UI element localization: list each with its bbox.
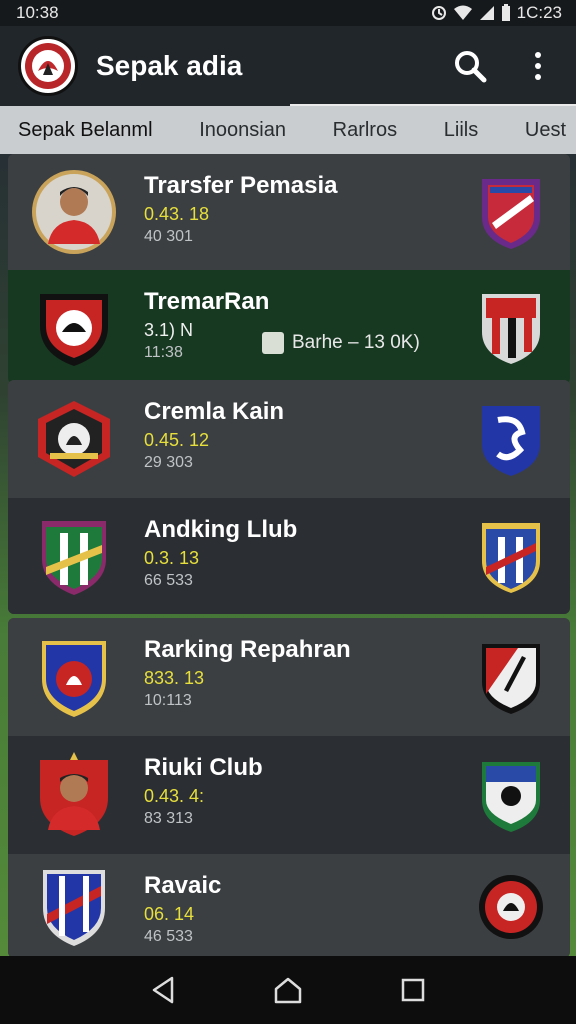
list-item-value: 06. 14 — [144, 904, 195, 924]
list-area: Trarsfer Pemasia 0.43. 18 40 301 TremarR… — [0, 154, 576, 956]
list-item-title: Cremla Kain — [144, 398, 285, 425]
status-badge: Barhe – 13 0K) — [262, 332, 420, 354]
list-item-title: Riuki Club — [144, 754, 263, 781]
list-item-title: Ravaic — [144, 872, 222, 899]
tab-sepak-belanml[interactable]: Sepak Belanml — [18, 119, 153, 142]
list-item-text: Riuki Club 0.43. 4: 83 313 — [144, 736, 476, 854]
status-time: 10:38 — [16, 3, 59, 22]
blue-diagonal-shield-icon — [30, 862, 118, 950]
blue-shield-crest-icon — [476, 397, 546, 481]
list-group: Cremla Kain 0.45. 12 29 303 Andking Llub… — [8, 380, 570, 614]
sync-icon — [431, 5, 447, 21]
home-icon[interactable] — [266, 968, 310, 1012]
list-item-text: Rarking Repahran 833. 13 10:113 — [144, 618, 476, 736]
green-striped-shield-icon — [30, 512, 118, 600]
battery-icon — [501, 4, 511, 22]
list-group: Trarsfer Pemasia 0.43. 18 40 301 TremarR… — [8, 154, 570, 384]
status-icons: 1C:23 — [431, 3, 562, 23]
striped-shield-crest-icon — [476, 170, 546, 254]
list-item[interactable]: Andking Llub 0.3. 13 66 533 — [8, 498, 570, 614]
tab-rarlros[interactable]: Rarlros — [333, 119, 397, 142]
list-item[interactable]: Ravaic 06. 14 46 533 — [8, 854, 570, 956]
badge-square-icon — [262, 332, 284, 354]
tab-uest[interactable]: Uest — [525, 119, 566, 142]
search-icon[interactable] — [450, 46, 490, 86]
app-logo-icon — [18, 36, 78, 96]
list-item-subvalue: 40 301 — [144, 228, 193, 245]
tab-bar: Sepak Belanml Inoonsian Rarlros Liils Ue… — [0, 106, 576, 154]
list-item-subvalue: 29 303 — [144, 454, 193, 471]
app-title: Sepak adia — [96, 50, 243, 81]
list-item-value: 0.43. 4: — [144, 786, 205, 806]
list-item-subvalue: 83 313 — [144, 810, 193, 827]
list-item-subvalue: 46 533 — [144, 928, 193, 945]
list-item[interactable]: Trarsfer Pemasia 0.43. 18 40 301 — [8, 154, 570, 270]
green-white-shield-icon — [476, 753, 546, 837]
list-item-text: Andking Llub 0.3. 13 66 533 — [144, 498, 476, 614]
list-item-title: Andking Llub — [144, 516, 298, 543]
tab-inoonsian[interactable]: Inoonsian — [199, 119, 286, 142]
list-item-value: 0.43. 18 — [144, 204, 210, 224]
list-item-subvalue: 11:38 — [144, 344, 183, 361]
recents-icon[interactable] — [391, 968, 435, 1012]
list-item-text: Cremla Kain 0.45. 12 29 303 — [144, 380, 476, 498]
wifi-icon — [453, 5, 473, 21]
status-right-text: 1C:23 — [516, 3, 562, 22]
tab-liils[interactable]: Liils — [444, 119, 478, 142]
red-black-shield-icon — [476, 635, 546, 719]
list-item-subvalue: 10:113 — [144, 692, 192, 709]
list-item-value: 833. 13 — [144, 668, 205, 688]
red-hexagon-crest-icon — [30, 395, 118, 483]
status-bar: 10:38 1C:23 — [0, 0, 576, 26]
list-item-text: TremarRan 3.1) N 11:38 Barhe – 13 0K) — [144, 270, 476, 384]
blue-red-shield-icon — [30, 633, 118, 721]
black-red-shield-icon — [30, 283, 118, 371]
list-group: Rarking Repahran 833. 13 10:113 Riuki Cl… — [8, 618, 570, 956]
list-item-value: 3.1) N — [144, 320, 194, 340]
list-item-text: Trarsfer Pemasia 0.43. 18 40 301 — [144, 154, 476, 270]
list-item-value: 0.45. 12 — [144, 430, 210, 450]
list-item[interactable]: Riuki Club 0.43. 4: 83 313 — [8, 736, 570, 854]
red-black-round-crest-icon — [476, 864, 546, 948]
blue-striped-shield-icon — [476, 514, 546, 598]
list-item-title: TremarRan — [144, 288, 270, 315]
app-bar: Sepak adia — [0, 26, 576, 106]
list-item[interactable]: TremarRan 3.1) N 11:38 Barhe – 13 0K) — [8, 270, 570, 384]
list-item-title: Trarsfer Pemasia — [144, 172, 338, 199]
back-icon[interactable] — [141, 968, 185, 1012]
player-photo-icon — [30, 168, 118, 256]
list-item-value: 0.3. 13 — [144, 548, 200, 568]
player-photo-icon — [30, 751, 118, 839]
list-item-subvalue: 66 533 — [144, 572, 193, 589]
list-item-text: Ravaic 06. 14 46 533 — [144, 854, 476, 956]
signal-icon — [479, 5, 495, 21]
list-item-title: Rarking Repahran — [144, 636, 351, 663]
navigation-bar — [0, 956, 576, 1024]
list-item[interactable]: Rarking Repahran 833. 13 10:113 — [8, 618, 570, 736]
list-item[interactable]: Cremla Kain 0.45. 12 29 303 — [8, 380, 570, 498]
badge-label: Barhe – 13 0K) — [292, 332, 420, 353]
more-options-icon[interactable] — [518, 46, 558, 86]
red-white-striped-crest-icon — [476, 285, 546, 369]
